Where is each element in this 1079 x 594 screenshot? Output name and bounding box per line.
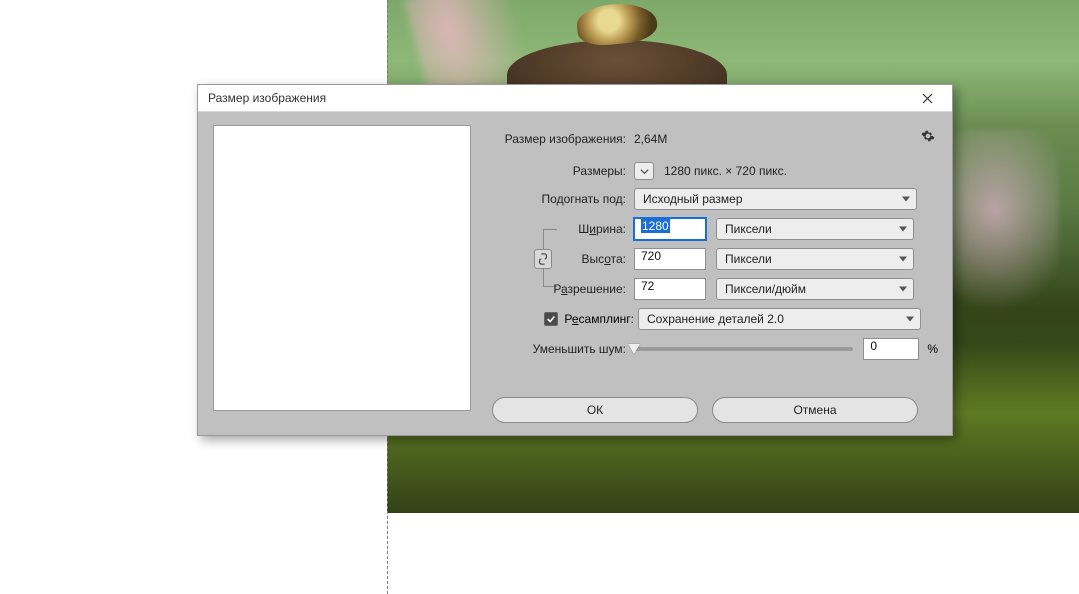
resample-method-select[interactable]: Сохранение деталей 2.0 xyxy=(638,308,921,330)
ok-button[interactable]: ОК xyxy=(492,397,698,423)
resample-checkbox[interactable] xyxy=(544,312,558,326)
resolution-input[interactable]: 72 xyxy=(634,278,706,300)
check-icon xyxy=(546,314,556,324)
resolution-unit-value: Пиксели/дюйм xyxy=(725,282,806,296)
resample-method-value: Сохранение деталей 2.0 xyxy=(647,312,784,326)
reduce-noise-label: Уменьшить шум: xyxy=(520,342,626,356)
reduce-noise-input[interactable]: 0 xyxy=(863,338,919,360)
image-size-label: Размер изображения: xyxy=(498,132,626,146)
slider-thumb-icon xyxy=(628,344,640,354)
resolution-label: Разрешение: xyxy=(528,282,626,296)
percent-label: % xyxy=(927,342,938,356)
dimensions-disclosure[interactable] xyxy=(634,162,654,180)
reduce-noise-slider[interactable] xyxy=(634,347,853,351)
fit-to-label: Подогнать под: xyxy=(498,192,626,206)
width-label: Ширина: xyxy=(562,222,626,236)
resample-label: Ресамплинг: xyxy=(564,312,634,326)
chevron-down-icon xyxy=(640,167,649,176)
close-icon xyxy=(922,93,933,104)
image-size-dialog: Размер изображения Размер изображения: 2… xyxy=(197,84,953,436)
close-button[interactable] xyxy=(910,88,944,108)
cancel-button[interactable]: Отмена xyxy=(712,397,918,423)
height-input[interactable]: 720 xyxy=(634,248,706,270)
titlebar: Размер изображения xyxy=(198,85,952,112)
dimensions-value: 1280 пикс. × 720 пикс. xyxy=(664,164,787,178)
dialog-body: Размер изображения: 2,64M Размеры: 1280 … xyxy=(198,112,952,435)
fit-to-value: Исходный размер xyxy=(643,192,743,206)
fit-to-select[interactable]: Исходный размер xyxy=(634,188,917,210)
height-unit-value: Пиксели xyxy=(725,252,772,266)
dimensions-label: Размеры: xyxy=(498,164,626,178)
preview-thumbnail xyxy=(213,125,471,411)
width-unit-value: Пиксели xyxy=(725,222,772,236)
link-icon xyxy=(538,253,548,265)
height-unit-select[interactable]: Пиксели xyxy=(716,248,914,270)
width-input[interactable]: 1280 xyxy=(634,218,706,240)
dialog-title: Размер изображения xyxy=(208,91,910,105)
height-label: Высота: xyxy=(562,252,626,266)
width-unit-select[interactable]: Пиксели xyxy=(716,218,914,240)
resolution-unit-select[interactable]: Пиксели/дюйм xyxy=(716,278,914,300)
constrain-proportions-button[interactable] xyxy=(534,249,552,269)
image-size-value: 2,64M xyxy=(634,132,667,146)
